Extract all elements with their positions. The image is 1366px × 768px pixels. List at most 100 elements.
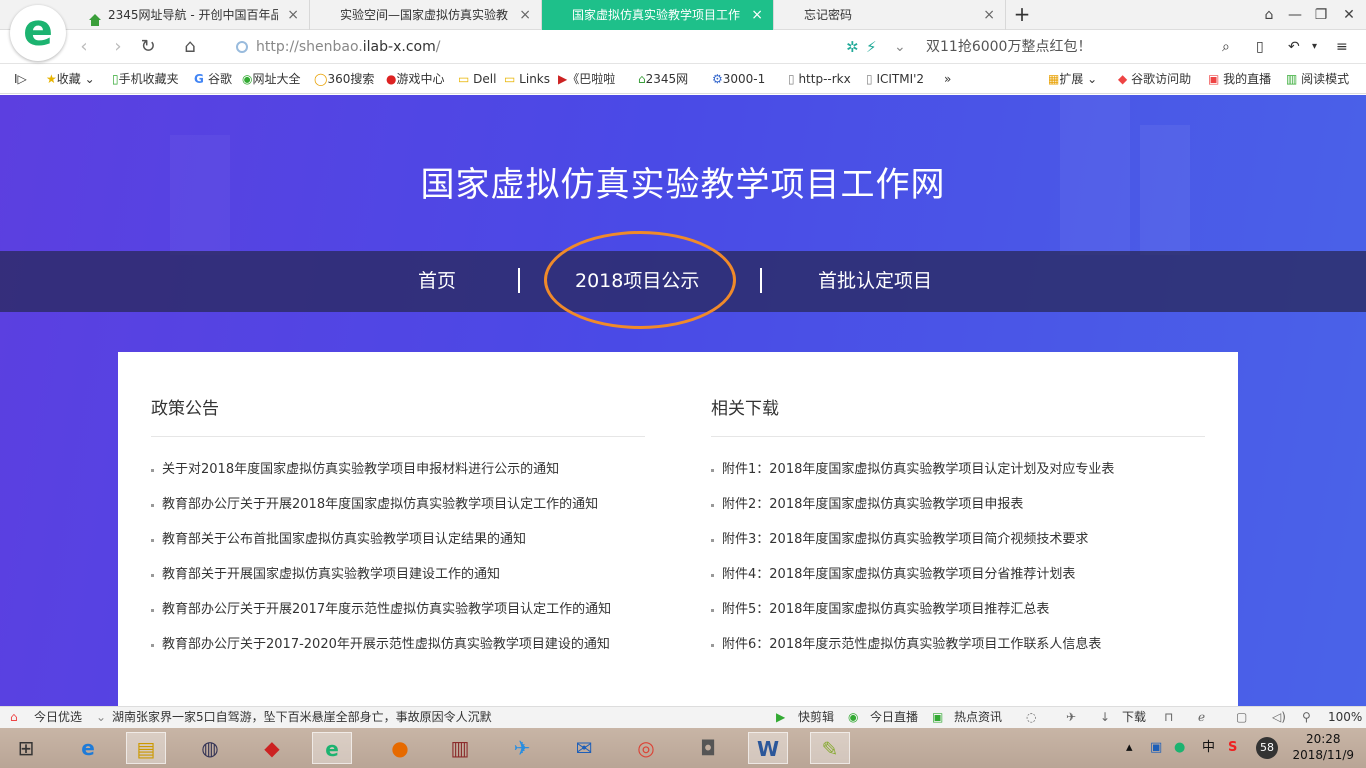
download-link[interactable]: 附件3：2018年度国家虚拟仿真实验教学项目简介视频技术要求 [711, 530, 1231, 565]
clip-icon: ▶ [776, 710, 786, 724]
bookmarks-more[interactable]: » [944, 64, 951, 94]
phone-icon[interactable]: ▯ [1256, 30, 1264, 64]
browser-2345-icon[interactable]: e [312, 732, 352, 764]
promo-text[interactable]: 双11抢6000万整点红包！ [926, 30, 1091, 64]
bookmark-sites[interactable]: ◉网址大全 [242, 64, 301, 94]
restore-icon[interactable]: ❐ [1308, 0, 1334, 30]
policy-link[interactable]: 教育部关于开展国家虚拟仿真实验教学项目建设工作的通知 [151, 565, 671, 600]
close-icon[interactable]: × [983, 0, 995, 30]
sidebar-toggle-icon[interactable]: I▷ [14, 64, 27, 94]
chevron-down-icon[interactable]: ⌄ [96, 707, 106, 728]
menu-icon[interactable]: ≡ [1336, 30, 1348, 64]
policy-link[interactable]: 教育部办公厅关于2017-2020年开展示范性虚拟仿真实验教学项目建设的通知 [151, 635, 671, 670]
search-icon[interactable]: ⌕ [1222, 30, 1230, 64]
bookmark-http-rkx[interactable]: ▯ http--rkx [788, 64, 851, 94]
url-input[interactable]: http://shenbao.ilab-x.com/ [256, 30, 440, 64]
windows-start-icon[interactable]: ⊞ [6, 732, 46, 764]
sogou-icon[interactable]: S [1228, 728, 1237, 768]
winrar-icon[interactable]: ▥ [440, 732, 480, 764]
home-icon[interactable]: ⌂ [178, 30, 202, 64]
file-explorer-icon[interactable]: ▤ [126, 732, 166, 764]
forward-icon[interactable]: › [106, 30, 130, 64]
app-icon[interactable]: ◆ [252, 732, 292, 764]
undo-menu-icon[interactable]: ▾ [1312, 30, 1317, 64]
close-icon[interactable]: × [519, 0, 531, 30]
shirt-icon[interactable]: ⌂ [1256, 0, 1282, 30]
downloads-title: 相关下载 [711, 399, 779, 419]
tray-up-icon[interactable]: ▴ [1126, 728, 1133, 768]
news-ticker[interactable]: 湖南张家界一家5口自驾游，坠下百米悬崖全部身亡，事故原因令人沉默 [112, 707, 492, 728]
chevron-down-icon[interactable]: ⌄ [894, 30, 906, 64]
tray-browser-icon[interactable]: ● [1174, 728, 1185, 768]
download-link[interactable]: 附件4：2018年度国家虚拟仿真实验教学项目分省推荐计划表 [711, 565, 1231, 600]
undo-icon[interactable]: ↶ [1288, 30, 1300, 64]
policy-link[interactable]: 教育部办公厅关于开展2017年度示范性虚拟仿真实验教学项目认定工作的通知 [151, 600, 671, 635]
ie-icon[interactable]: ℯ [1198, 707, 1205, 728]
speed-icon[interactable]: ◌ [1026, 707, 1036, 728]
tray-badge[interactable]: 58 [1256, 728, 1278, 768]
bookmark-2345[interactable]: ⌂2345网 [638, 64, 688, 94]
new-tab-button[interactable]: + [1012, 0, 1032, 30]
bookmark-favorites[interactable]: ★收藏 ⌄ [46, 64, 95, 94]
download-link[interactable]: 附件2：2018年度国家虚拟仿真实验教学项目申报表 [711, 495, 1231, 530]
back-icon[interactable]: ‹ [72, 30, 96, 64]
word-icon[interactable]: W [748, 732, 788, 764]
browser-logo[interactable]: e [10, 5, 66, 61]
bookmark-icitmi[interactable]: ▯ ICITMI'2 [866, 64, 924, 94]
chrome-icon[interactable]: ◎ [626, 732, 666, 764]
zoom-icon[interactable]: ⚲ [1302, 707, 1311, 728]
close-icon[interactable]: × [751, 0, 763, 30]
bookmark-google-access[interactable]: ◆ 谷歌访问助 [1118, 64, 1191, 94]
bookmark-games[interactable]: ●游戏中心 [386, 64, 445, 94]
ime-indicator[interactable]: 中 [1202, 728, 1215, 768]
bookmark-google[interactable]: G 谷歌 [194, 64, 232, 94]
bookmark-360[interactable]: ◯360搜索 [314, 64, 374, 94]
tab-forgot-password[interactable]: 忘记密码 × [774, 0, 1006, 30]
shield-icon[interactable]: ✲ [846, 30, 859, 64]
nav-home[interactable]: 首页 [418, 251, 456, 312]
bird-icon[interactable]: ✈ [502, 732, 542, 764]
bookmark-live[interactable]: ▣ 我的直播 [1208, 64, 1271, 94]
download-link[interactable]: 附件6：2018年度示范性虚拟仿真实验教学项目工作联系人信息表 [711, 635, 1231, 670]
bookmark-reading-mode[interactable]: ▥ 阅读模式 [1286, 64, 1349, 94]
lightning-icon[interactable]: ⚡ [866, 30, 877, 64]
zoom-level[interactable]: 100% [1328, 707, 1362, 728]
bookmark-balala[interactable]: ▶《巴啦啦 [558, 64, 615, 94]
bookmark-mobile[interactable]: ▯手机收藏夹 [112, 64, 179, 94]
nav-first-batch[interactable]: 首批认定项目 [818, 251, 932, 312]
tab-active-project[interactable]: 国家虚拟仿真实验教学项目工作 × [542, 0, 774, 30]
window-icon[interactable]: ▢ [1236, 707, 1247, 728]
bookmark-3000[interactable]: ⚙3000-1 [712, 64, 765, 94]
policy-link[interactable]: 教育部关于公布首批国家虚拟仿真实验教学项目认定结果的通知 [151, 530, 671, 565]
download-link[interactable]: 附件5：2018年度国家虚拟仿真实验教学项目推荐汇总表 [711, 600, 1231, 635]
today-picks[interactable]: 今日优选 [34, 707, 82, 728]
volume-icon[interactable]: ◁) [1272, 707, 1286, 728]
minimize-icon[interactable]: — [1282, 0, 1308, 30]
bookmark-links[interactable]: ▭ Links [504, 64, 550, 94]
live-link[interactable]: 今日直播 [870, 707, 918, 728]
kuaijian-link[interactable]: 快剪辑 [798, 707, 834, 728]
firefox-icon[interactable]: ● [380, 732, 420, 764]
hot-news-link[interactable]: 热点资讯 [954, 707, 1002, 728]
policy-link[interactable]: 关于对2018年度国家虚拟仿真实验教学项目申报材料进行公示的通知 [151, 460, 671, 495]
close-icon[interactable]: × [287, 0, 299, 30]
pin-icon[interactable]: ✈ [1066, 707, 1076, 728]
bookmark-dell[interactable]: ▭ Dell [458, 64, 496, 94]
tab-2345[interactable]: 2345网址导航 - 开创中国百年品 × [78, 0, 310, 30]
app-icon[interactable]: ◍ [190, 732, 230, 764]
tab-ilab-space[interactable]: 实验空间—国家虚拟仿真实验教 × [310, 0, 542, 30]
download-link[interactable]: 下载 [1122, 707, 1146, 728]
camera-icon[interactable]: ◘ [688, 732, 728, 764]
paint-icon[interactable]: ✎ [810, 732, 850, 764]
mail-icon[interactable]: ✉ [564, 732, 604, 764]
policy-link[interactable]: 教育部办公厅关于开展2018年度国家虚拟仿真实验教学项目认定工作的通知 [151, 495, 671, 530]
ie-icon[interactable]: e [68, 732, 108, 764]
clock[interactable]: 20:28 2018/11/9 [1292, 731, 1354, 763]
tray-app-icon[interactable]: ▣ [1150, 728, 1162, 768]
close-window-icon[interactable]: ✕ [1336, 0, 1362, 30]
reload-icon[interactable]: ↻ [136, 30, 160, 64]
bookmarks-bar: I▷ ★收藏 ⌄ ▯手机收藏夹 G 谷歌 ◉网址大全 ◯360搜索 ●游戏中心 … [0, 64, 1366, 94]
bookmark-extensions[interactable]: ▦扩展 ⌄ [1048, 64, 1097, 94]
tools-icon[interactable]: ⊓ [1164, 707, 1173, 728]
download-link[interactable]: 附件1：2018年度国家虚拟仿真实验教学项目认定计划及对应专业表 [711, 460, 1231, 495]
